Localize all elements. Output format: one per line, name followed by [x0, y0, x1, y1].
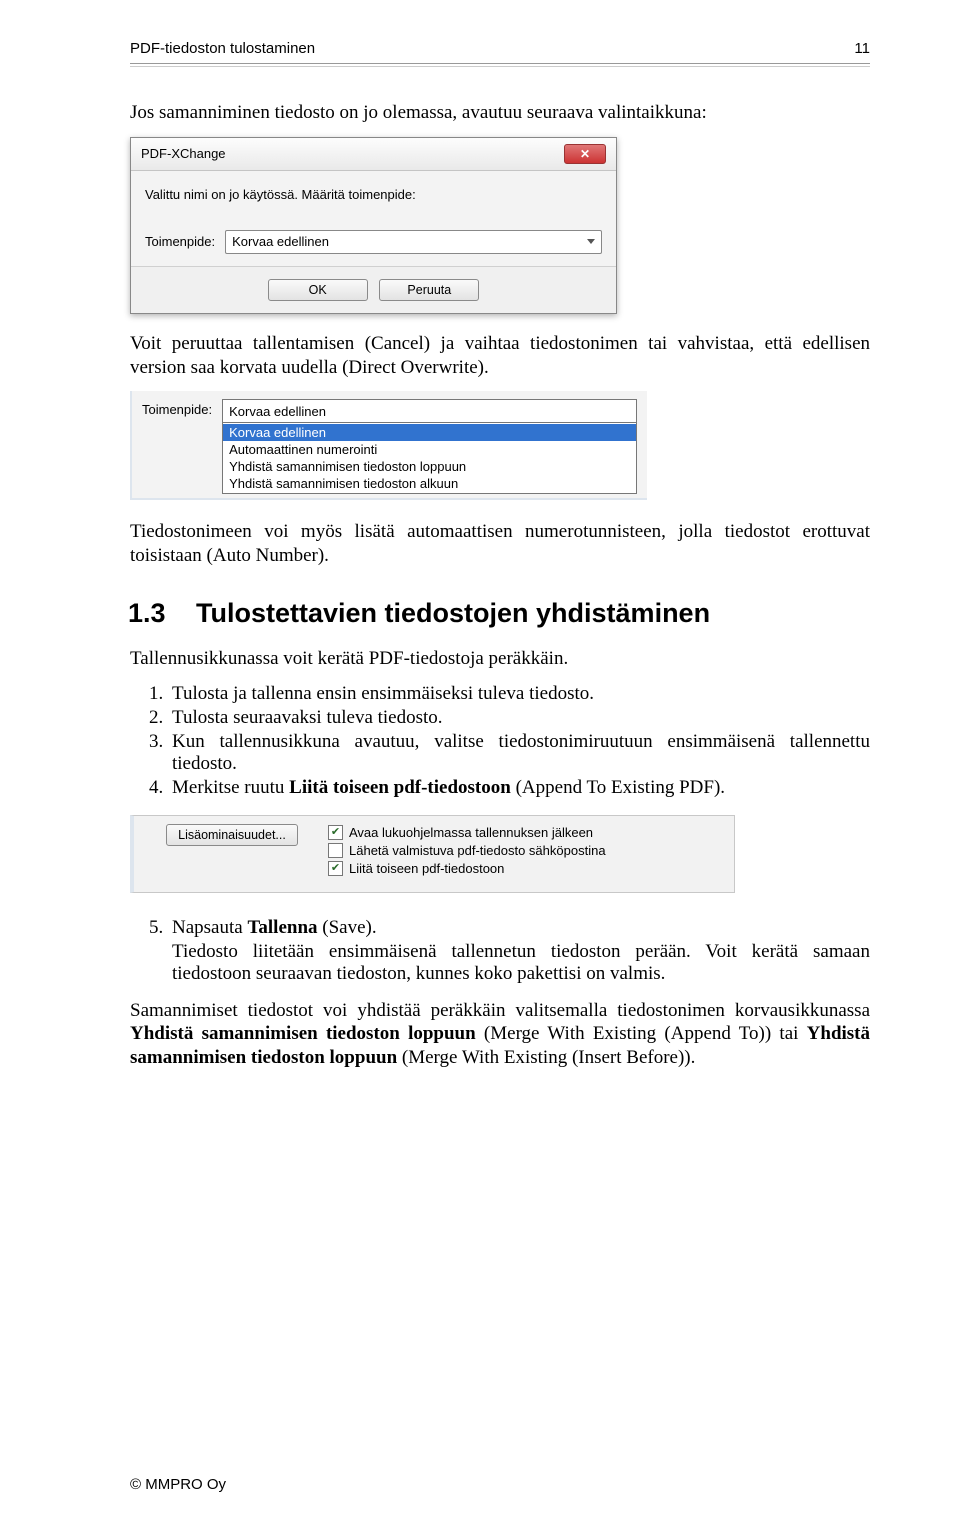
advanced-button[interactable]: Lisäominaisuudet...: [166, 824, 298, 846]
dialog-title: PDF-XChange: [141, 146, 226, 161]
overwrite-dialog: PDF-XChange ✕ Valittu nimi on jo käytöss…: [130, 137, 617, 314]
header-page-number: 11: [854, 40, 870, 57]
dropdown-option[interactable]: Yhdistä samannimisen tiedoston alkuun: [223, 475, 636, 492]
section-intro: Tallennusikkunassa voit kerätä PDF-tiedo…: [130, 647, 870, 671]
header-rule: [130, 63, 870, 67]
list-item: Merkitse ruutu Liitä toiseen pdf-tiedost…: [168, 777, 870, 799]
checkbox-row[interactable]: Lähetä valmistuva pdf-tiedosto sähköpost…: [328, 842, 606, 860]
close-icon[interactable]: ✕: [564, 144, 606, 164]
header-title: PDF-tiedoston tulostaminen: [130, 40, 315, 57]
action-dropdown[interactable]: Korvaa edellinen: [225, 230, 602, 254]
checkbox-icon: ✔: [328, 825, 343, 840]
dialog-titlebar: PDF-XChange ✕: [131, 138, 616, 171]
section-heading: 1.3Tulostettavien tiedostojen yhdistämin…: [128, 598, 870, 629]
para-after-dialog1: Voit peruuttaa tallentamisen (Cancel) ja…: [130, 332, 870, 380]
cancel-button[interactable]: Peruuta: [379, 279, 479, 301]
list-item: Tulosta ja tallenna ensin ensimmäiseksi …: [168, 683, 870, 705]
steps-list-1: Tulosta ja tallenna ensin ensimmäiseksi …: [130, 683, 870, 799]
section-title: Tulostettavien tiedostojen yhdistäminen: [196, 598, 710, 628]
action-dropdown-open: Toimenpide: Korvaa edellinen ➤ Korvaa ed…: [130, 391, 647, 500]
checkbox-label: Lähetä valmistuva pdf-tiedosto sähköpost…: [349, 843, 606, 858]
list-item: Tulosta seuraavaksi tuleva tiedosto.: [168, 707, 870, 729]
dropdown-option[interactable]: Yhdistä samannimisen tiedoston loppuun: [223, 458, 636, 475]
dropdown-list: Korvaa edellinen Automaattinen numeroint…: [222, 423, 637, 494]
list-item: Napsauta Tallenna (Save). Tiedosto liite…: [168, 917, 870, 985]
ok-button[interactable]: OK: [268, 279, 368, 301]
checkbox-icon: [328, 843, 343, 858]
dialog-message: Valittu nimi on jo käytössä. Määritä toi…: [145, 187, 602, 202]
section-number: 1.3: [128, 598, 196, 629]
checkbox-label: Liitä toiseen pdf-tiedostoon: [349, 861, 504, 876]
save-options-panel: Lisäominaisuudet... ✔ Avaa lukuohjelmass…: [130, 815, 735, 893]
checkbox-row[interactable]: ✔ Avaa lukuohjelmassa tallennuksen jälke…: [328, 824, 606, 842]
list-item: Kun tallennusikkuna avautuu, valitse tie…: [168, 731, 870, 775]
page-header: PDF-tiedoston tulostaminen 11: [130, 40, 870, 63]
steps-list-2: Napsauta Tallenna (Save). Tiedosto liite…: [130, 917, 870, 985]
step-detail: Tiedosto liitetään ensimmäisenä tallenne…: [172, 941, 870, 985]
dropdown-selected[interactable]: Korvaa edellinen: [222, 399, 637, 423]
intro-paragraph: Jos samanniminen tiedosto on jo olemassa…: [130, 101, 870, 125]
chevron-down-icon: [587, 239, 595, 244]
checkbox-row[interactable]: ✔ Liitä toiseen pdf-tiedostoon: [328, 860, 606, 878]
action-field-label: Toimenpide:: [145, 234, 215, 249]
dropdown-option[interactable]: Automaattinen numerointi: [223, 441, 636, 458]
action-dropdown-value: Korvaa edellinen: [232, 234, 329, 249]
checkbox-label: Avaa lukuohjelmassa tallennuksen jälkeen: [349, 825, 593, 840]
checkbox-icon: ✔: [328, 861, 343, 876]
dropdown-option[interactable]: Korvaa edellinen: [223, 424, 636, 441]
para-after-dialog2: Tiedostonimeen voi myös lisätä automaatt…: [130, 520, 870, 568]
footer-copyright: © MMPRO Oy: [130, 1476, 226, 1493]
final-paragraph: Samannimiset tiedostot voi yhdistää perä…: [130, 999, 870, 1070]
action-field-label-2: Toimenpide:: [142, 399, 212, 417]
